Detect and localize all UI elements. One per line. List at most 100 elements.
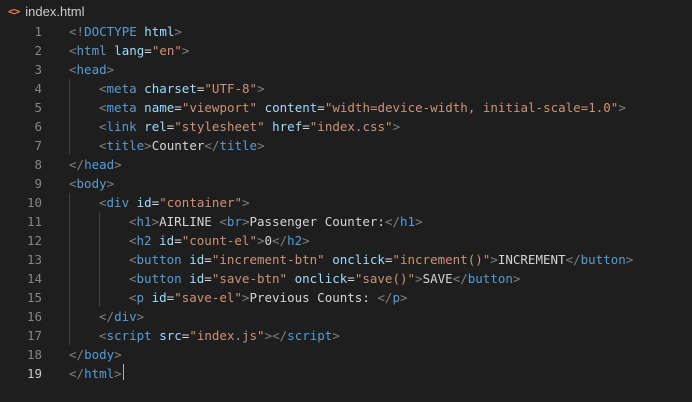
code-token: h1 xyxy=(400,214,416,229)
code-token: "container" xyxy=(159,195,243,210)
code-token: </ xyxy=(69,157,85,172)
line-number: 18 xyxy=(26,347,42,362)
code-line[interactable]: 9 < body > xyxy=(0,174,692,193)
indent-guide xyxy=(69,326,70,345)
line-content: < body > xyxy=(69,174,114,193)
code-line[interactable]: 11 < h1 > AIRLINE < br > Passenger Counter: </h1… xyxy=(0,212,692,231)
code-line[interactable]: 4 < meta charset = "UTF-8" > xyxy=(0,79,692,98)
code-line[interactable]: 8 </head > xyxy=(0,155,692,174)
code-token: button xyxy=(580,252,626,267)
line-number: 8 xyxy=(34,157,42,172)
code-line[interactable]: 16 </div > xyxy=(0,307,692,326)
code-token: button xyxy=(467,271,513,286)
line-content: < h1 > AIRLINE < br > Passenger Counter: </h1 > xyxy=(69,212,423,231)
code-token: </ xyxy=(69,347,85,362)
code-token: < xyxy=(99,100,107,115)
code-token: rel xyxy=(144,119,167,134)
code-token: Passenger Counter: xyxy=(249,214,385,229)
code-token: title xyxy=(219,138,258,153)
line-content: < div id = "container" > xyxy=(69,193,250,212)
code-token: br xyxy=(226,214,242,229)
code-line[interactable]: 3 < head > xyxy=(0,60,692,79)
line-number: 9 xyxy=(34,176,42,191)
html-file-icon: <> xyxy=(8,4,20,18)
code-line[interactable]: 19 </html > xyxy=(0,364,692,383)
line-content: </head > xyxy=(69,155,122,174)
code-token: "increment()" xyxy=(392,252,491,267)
code-token: > xyxy=(257,138,265,153)
code-line[interactable]: 10 < div id = "container" > xyxy=(0,193,692,212)
code-token: = xyxy=(196,81,205,96)
code-token: > xyxy=(114,157,122,172)
code-token: onclick xyxy=(332,252,385,267)
code-token: > xyxy=(241,290,250,305)
code-line[interactable]: 6 < link rel = "stylesheet" href = "index.css"… xyxy=(0,117,692,136)
code-area[interactable]: 1 <! DOCTYPE html >2 < html lang = "en" >3 < head >… xyxy=(0,22,692,383)
code-token: id xyxy=(159,233,175,248)
code-line[interactable]: 14 < button id = "save-btn" onclick = "save()"… xyxy=(0,269,692,288)
code-line[interactable]: 13 < button id = "increment-btn" onclick = "in… xyxy=(0,250,692,269)
code-token: </ xyxy=(69,366,85,381)
code-token: > xyxy=(618,100,626,115)
line-content: <! DOCTYPE html > xyxy=(69,22,182,41)
code-token: > xyxy=(106,176,115,191)
code-token: < xyxy=(129,252,137,267)
line-number: 1 xyxy=(34,24,42,39)
line-number: 10 xyxy=(26,195,42,210)
code-token: Counter xyxy=(151,138,205,153)
code-token: "save-btn" xyxy=(211,271,288,286)
code-token: < xyxy=(219,214,227,229)
code-token: > xyxy=(415,271,423,286)
code-token: id xyxy=(189,252,205,267)
code-editor[interactable]: <> index.html 1 <! DOCTYPE html >2 < html lan… xyxy=(0,0,692,402)
code-token: meta xyxy=(106,81,137,96)
code-token: > xyxy=(256,233,265,248)
code-token: SAVE xyxy=(422,271,453,286)
code-line[interactable]: 15 < p id = "save-el" > Previous Counts: </p > xyxy=(0,288,692,307)
indent-guide xyxy=(99,231,100,250)
code-token: "viewport" xyxy=(181,100,258,115)
code-line[interactable]: 12 < h2 id = "count-el" >0 </h2 > xyxy=(0,231,692,250)
code-token: href xyxy=(272,119,303,134)
code-token: script xyxy=(287,328,333,343)
line-content: < html lang = "en" > xyxy=(69,41,189,60)
line-content: < meta charset = "UTF-8" > xyxy=(69,79,265,98)
code-token: "save()" xyxy=(354,271,416,286)
indent-guide xyxy=(99,269,100,288)
line-number: 14 xyxy=(26,271,42,286)
code-token: = xyxy=(174,233,182,248)
code-line[interactable]: 17 < script src = "index.js" ></script > xyxy=(0,326,692,345)
code-line[interactable]: 18 </body > xyxy=(0,345,692,364)
code-line[interactable]: 5 < meta name = "viewport" content = "width=de… xyxy=(0,98,692,117)
code-token: <! xyxy=(69,24,85,39)
code-line[interactable]: 2 < html lang = "en" > xyxy=(0,41,692,60)
tab-index-html[interactable]: <> index.html xyxy=(0,0,95,22)
code-token: Previous Counts: xyxy=(249,290,378,305)
code-token: p xyxy=(136,290,145,305)
line-number: 16 xyxy=(26,309,42,324)
code-token: ></ xyxy=(264,328,288,343)
line-content: < button id = "increment-btn" onclick = "incr… xyxy=(69,250,633,269)
code-token: onclick xyxy=(294,271,348,286)
code-token: > xyxy=(512,271,521,286)
code-line[interactable]: 1 <! DOCTYPE html > xyxy=(0,22,692,41)
code-token: < xyxy=(69,43,77,58)
code-token: AIRLINE xyxy=(159,214,220,229)
code-line[interactable]: 7 < title > Counter </title > xyxy=(0,136,692,155)
code-token: > xyxy=(114,347,122,362)
line-number: 6 xyxy=(34,119,42,134)
code-token: > xyxy=(490,252,498,267)
code-token: < xyxy=(129,271,137,286)
code-token: lang xyxy=(114,43,145,58)
code-token: > xyxy=(392,119,401,134)
text-cursor xyxy=(122,364,124,380)
code-token: > xyxy=(151,214,160,229)
code-token: > xyxy=(136,309,145,324)
